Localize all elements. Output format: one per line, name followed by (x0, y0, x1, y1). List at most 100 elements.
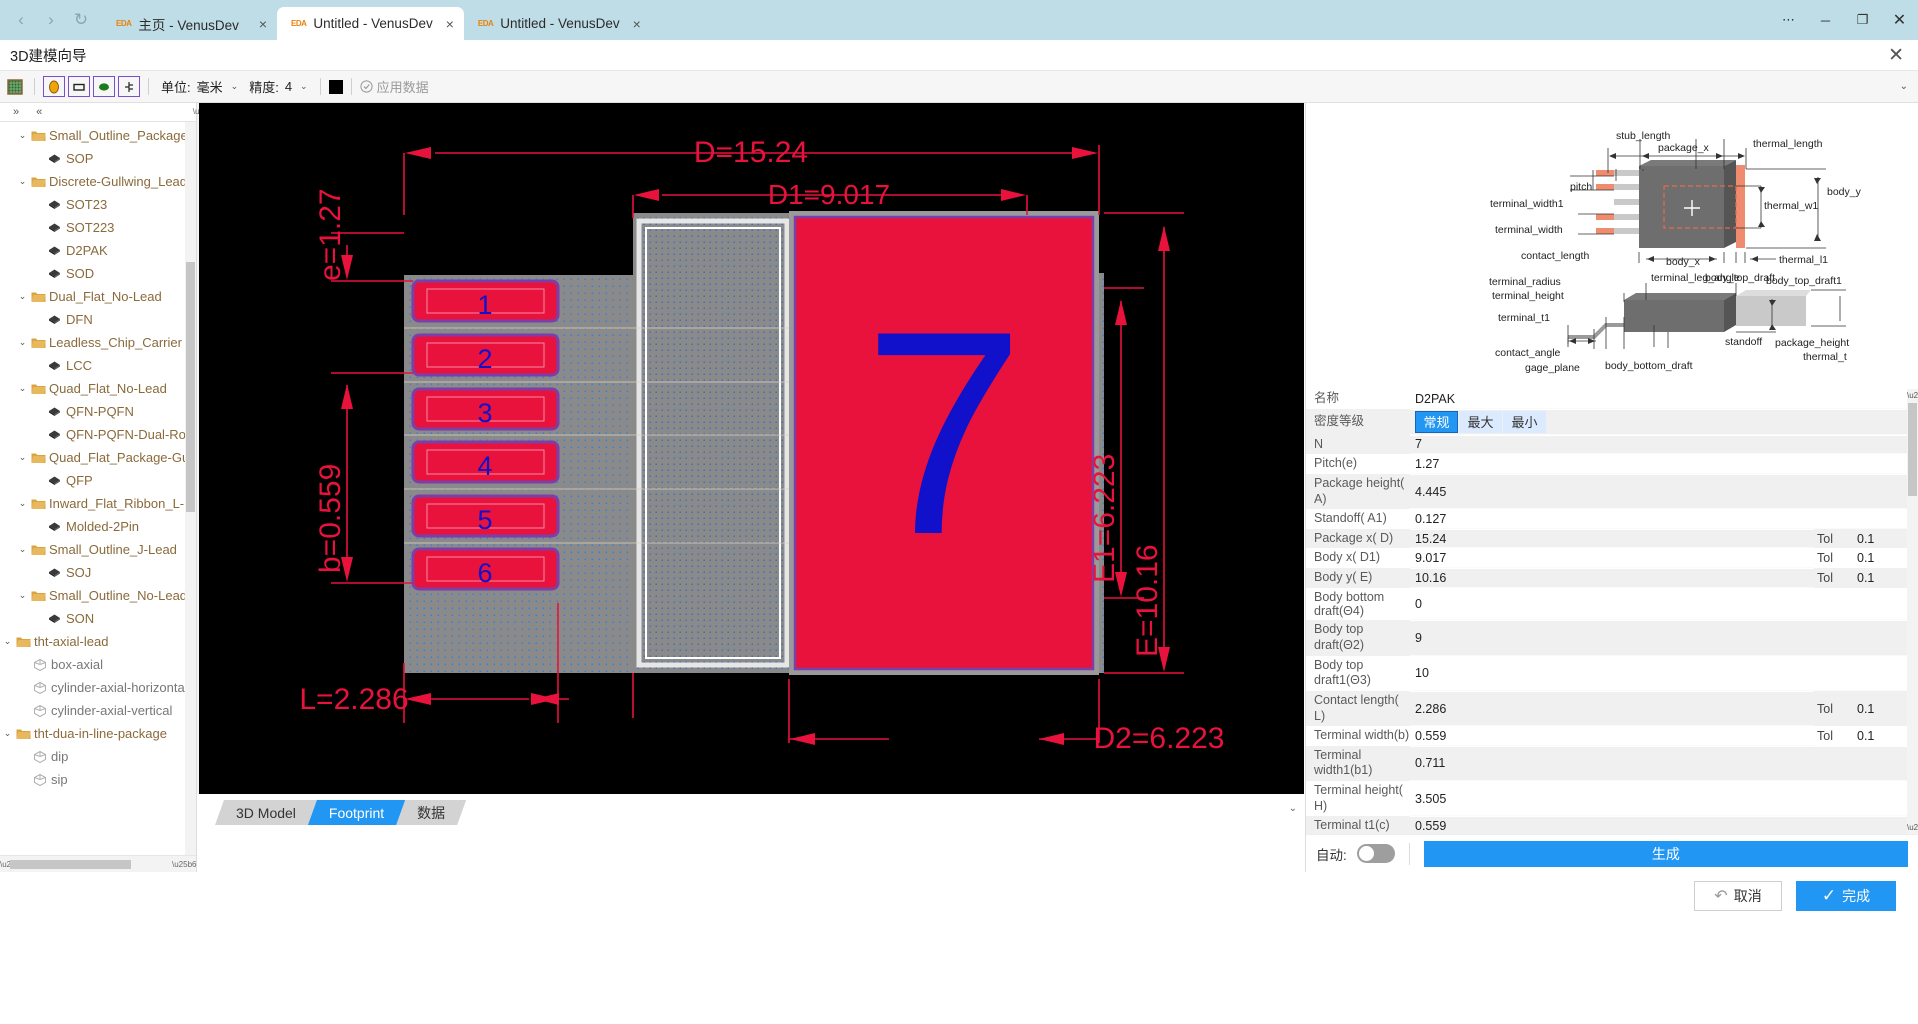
sidebar-item-tht-axial-lead[interactable]: ⌄ tht-axial-lead (0, 630, 196, 653)
close-icon[interactable]: × (627, 16, 641, 32)
chevron-down-icon[interactable]: ⌄ (300, 81, 308, 92)
window-close-icon[interactable]: ✕ (1881, 0, 1918, 40)
rectangle-icon[interactable] (68, 76, 90, 97)
sidebar-item-dual-flat-no-lead[interactable]: ⌄ Dual_Flat_No-Lead (0, 285, 196, 308)
chevron-down-icon[interactable]: ⌄ (0, 728, 15, 739)
density-option-0[interactable]: 常规 (1415, 410, 1458, 433)
package-name-field[interactable]: D2PAK (1410, 389, 1918, 409)
sidebar-item-lcc[interactable]: LCC (0, 354, 196, 377)
footprint-canvas[interactable]: 7 1 2 3 4 5 6 D=15.24 D1=9.017 e=1.27 b=… (199, 103, 1304, 794)
property-value-field[interactable]: 0.559 (1410, 816, 1918, 834)
maximize-icon[interactable]: ❐ (1844, 0, 1881, 40)
browser-tab-2[interactable]: EDA Untitled - VenusDev × (464, 7, 651, 40)
apply-data-button[interactable]: 应用数据 (359, 77, 429, 96)
chevron-down-icon[interactable]: ⌄ (15, 291, 30, 302)
sidebar-item-sip[interactable]: sip (0, 768, 196, 791)
cancel-button[interactable]: ↶ 取消 (1694, 880, 1782, 911)
chevron-down-icon[interactable]: ⌄ (231, 81, 239, 92)
circle-green-icon[interactable] (93, 76, 115, 97)
property-value-field[interactable]: 9.017 (1410, 548, 1814, 568)
chevron-down-icon[interactable]: ⌄ (0, 636, 15, 647)
chevron-down-icon[interactable]: ⌄ (15, 337, 30, 348)
sidebar-item-cylinder-axial-vertical[interactable]: cylinder-axial-vertical (0, 699, 196, 722)
chevron-down-icon[interactable]: ⌄ (15, 452, 30, 463)
sidebar-item-d2pak[interactable]: D2PAK (0, 239, 196, 262)
sidebar-item-dfn[interactable]: DFN (0, 308, 196, 331)
scroll-down-icon[interactable]: \u25bc (1907, 823, 1918, 832)
sidebar-item-qfn-pqfn[interactable]: QFN-PQFN (0, 400, 196, 423)
property-value-field[interactable]: 4.445 (1410, 473, 1918, 510)
chevron-down-icon[interactable]: ⌄ (15, 176, 30, 187)
property-value-field[interactable]: 0.127 (1410, 509, 1918, 529)
dialog-close-icon[interactable]: ✕ (1888, 44, 1904, 67)
minimize-icon[interactable]: ─ (1807, 0, 1844, 40)
chevron-down-icon[interactable]: ⌄ (15, 544, 30, 555)
density-option-1[interactable]: 最大 (1459, 410, 1502, 433)
sidebar-item-box-axial[interactable]: box-axial (0, 653, 196, 676)
canvas-expander-icon[interactable]: ⌄ (1289, 803, 1297, 814)
sidebar-horizontal-scrollbar[interactable]: \u25c0 \u25b6 (0, 855, 196, 872)
scroll-up-icon[interactable]: \u25b2 (1907, 391, 1918, 400)
sidebar-item-qfp[interactable]: QFP (0, 469, 196, 492)
tab-footprint[interactable]: Footprint (308, 800, 405, 825)
sidebar-item-molded-2pin[interactable]: Molded-2Pin (0, 515, 196, 538)
property-value-field[interactable]: 15.24 (1410, 528, 1814, 549)
sidebar-item-quad-flat-no-lead[interactable]: ⌄ Quad_Flat_No-Lead (0, 377, 196, 400)
sidebar-vertical-scrollbar[interactable] (185, 122, 196, 855)
sidebar-item-small-outline-no-lead[interactable]: ⌄ Small_Outline_No-Lead (0, 584, 196, 607)
chevron-down-icon[interactable]: ⌄ (15, 590, 30, 601)
property-value-field[interactable]: 7 (1410, 434, 1918, 455)
property-value-field[interactable]: 0.559 (1410, 726, 1814, 746)
sidebar-item-small-outline-package-gu[interactable]: ⌄ Small_Outline_Package-Gu (0, 124, 196, 147)
forward-icon[interactable]: › (36, 5, 66, 35)
sidebar-item-sot23[interactable]: SOT23 (0, 193, 196, 216)
toolbar-collapse-icon[interactable]: ⌄ (1900, 81, 1914, 92)
sidebar-item-discrete-gullwing-lead[interactable]: ⌄ Discrete-Gullwing_Lead (0, 170, 196, 193)
sidebar-item-tht-dua-in-line-package[interactable]: ⌄ tht-dua-in-line-package (0, 722, 196, 745)
unit-value[interactable]: 毫米 (197, 77, 223, 96)
sidebar-item-sot223[interactable]: SOT223 (0, 216, 196, 239)
sidebar-item-small-outline-j-lead[interactable]: ⌄ Small_Outline_J-Lead (0, 538, 196, 561)
sidebar-item-qfn-pqfn-dual-rows[interactable]: QFN-PQFN-Dual-Rows (0, 423, 196, 446)
sidebar-item-leadless-chip-carrier[interactable]: ⌄ Leadless_Chip_Carrier (0, 331, 196, 354)
auto-toggle[interactable] (1356, 844, 1395, 863)
property-value-field[interactable]: 0 (1410, 587, 1918, 621)
property-value-field[interactable]: 3.505 (1410, 781, 1918, 817)
close-icon[interactable]: × (440, 16, 454, 32)
tab-3d-model[interactable]: 3D Model (215, 800, 317, 825)
property-value-field[interactable]: 1.27 (1410, 454, 1918, 474)
density-option-2[interactable]: 最小 (1503, 410, 1546, 433)
property-value-field[interactable]: 10.16 (1410, 568, 1814, 588)
close-icon[interactable]: × (253, 16, 267, 32)
generate-button[interactable]: 生成 (1423, 840, 1908, 867)
pin-offset-icon[interactable] (118, 76, 140, 97)
sidebar-item-cylinder-axial-horizontal[interactable]: cylinder-axial-horizontal (0, 676, 196, 699)
browser-tab-0[interactable]: EDA 主页 - VenusDev × (102, 7, 277, 40)
browser-tab-1[interactable]: EDA Untitled - VenusDev × (277, 7, 464, 40)
collapse-all-icon[interactable]: « (36, 106, 42, 118)
scrollbar-thumb[interactable] (1908, 403, 1917, 496)
sidebar-item-sop[interactable]: SOP (0, 147, 196, 170)
property-value-field[interactable]: 10 (1410, 655, 1918, 691)
expand-all-icon[interactable]: » (13, 106, 19, 118)
back-icon[interactable]: ‹ (6, 5, 36, 35)
properties-scrollbar[interactable]: \u25b2 \u25bc (1907, 389, 1918, 834)
done-button[interactable]: ✓ 完成 (1796, 880, 1896, 911)
reload-icon[interactable]: ↻ (66, 5, 96, 35)
chevron-down-icon[interactable]: ⌄ (15, 130, 30, 141)
sidebar-item-dip[interactable]: dip (0, 745, 196, 768)
property-value-field[interactable]: 9 (1410, 620, 1918, 656)
sidebar-item-inward-flat-ribbon-l-lead[interactable]: ⌄ Inward_Flat_Ribbon_L-Lead (0, 492, 196, 515)
circle-orange-icon[interactable] (43, 76, 65, 97)
property-value-field[interactable]: 2.286 (1410, 690, 1814, 727)
scrollbar-thumb[interactable] (186, 262, 195, 512)
scroll-right-icon[interactable]: \u25b6 (172, 860, 196, 869)
tab-data[interactable]: 数据 (396, 800, 466, 825)
sidebar-item-son[interactable]: SON (0, 607, 196, 630)
grid-icon[interactable] (4, 76, 26, 97)
precision-value[interactable]: 4 (285, 79, 292, 94)
scrollbar-thumb[interactable] (10, 860, 131, 869)
chevron-down-icon[interactable]: ⌄ (15, 383, 30, 394)
more-options-icon[interactable]: ⋯ (1770, 0, 1807, 40)
chevron-down-icon[interactable]: ⌄ (15, 498, 30, 509)
